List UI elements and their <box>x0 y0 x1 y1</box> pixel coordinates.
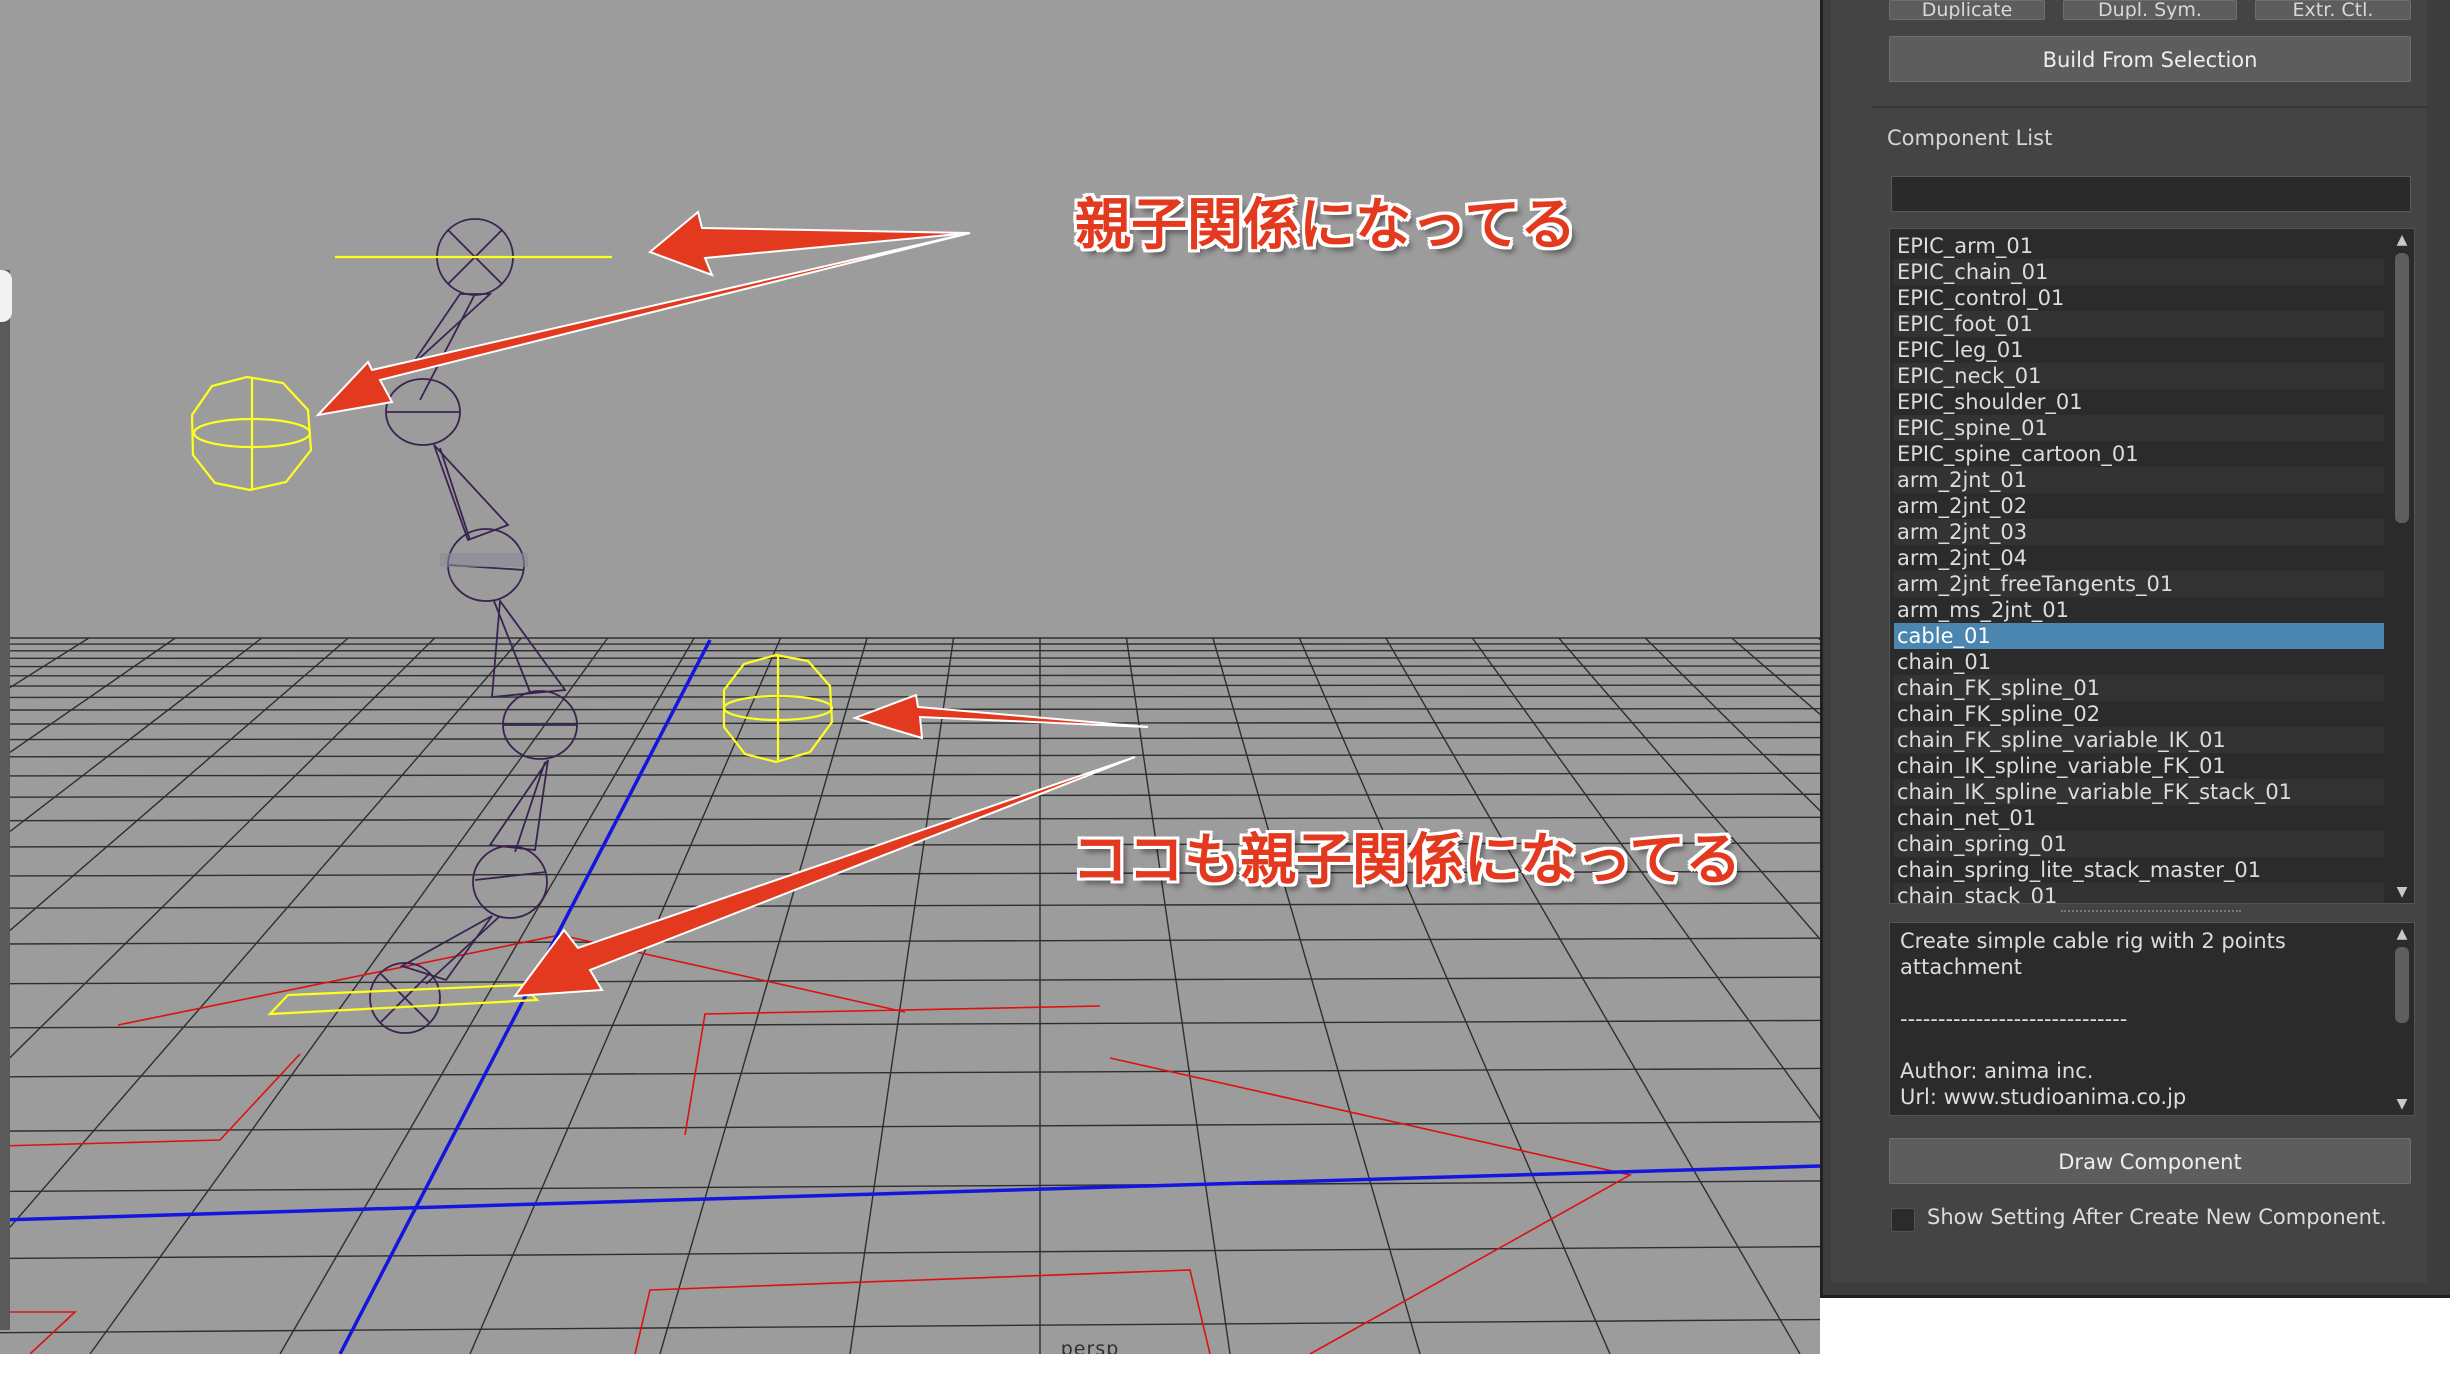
scroll-down-icon[interactable]: ▼ <box>2394 1097 2410 1111</box>
component-list-scroll-thumb[interactable] <box>2395 253 2409 523</box>
annotation-arrows <box>315 210 1149 998</box>
show-setting-checkbox[interactable] <box>1891 1208 1915 1232</box>
section-divider <box>1871 106 2427 108</box>
description-scroll-thumb[interactable] <box>2395 947 2409 1023</box>
component-list-item[interactable]: EPIC_foot_01 <box>1894 311 2384 337</box>
world-axis <box>0 639 1820 1354</box>
scroll-up-icon[interactable]: ▲ <box>2394 233 2410 247</box>
component-list-item[interactable]: chain_FK_spline_variable_IK_01 <box>1894 727 2384 753</box>
description-line: Create simple cable rig with 2 points <box>1900 929 2286 953</box>
show-setting-label: Show Setting After Create New Component. <box>1927 1205 2387 1229</box>
component-list-item[interactable]: cable_01 <box>1894 623 2384 649</box>
component-list-item[interactable]: EPIC_neck_01 <box>1894 363 2384 389</box>
component-list-item[interactable]: chain_net_01 <box>1894 805 2384 831</box>
duplicate-symmetry-button[interactable]: Dupl. Sym. <box>2063 0 2237 20</box>
component-list-item[interactable]: chain_IK_spline_variable_FK_stack_01 <box>1894 779 2384 805</box>
component-list-item[interactable]: chain_01 <box>1894 649 2384 675</box>
viewport-camera-label: persp <box>1060 1338 1120 1354</box>
component-list-item[interactable]: EPIC_control_01 <box>1894 285 2384 311</box>
panel-splitter-handle[interactable] <box>2061 910 2241 916</box>
description-scrollbar[interactable]: ▲ ▼ <box>2392 925 2412 1113</box>
component-list-item[interactable]: EPIC_arm_01 <box>1894 233 2384 259</box>
component-list-item[interactable]: chain_spring_01 <box>1894 831 2384 857</box>
component-list-item[interactable]: chain_FK_spline_02 <box>1894 701 2384 727</box>
blurred-label <box>440 553 528 567</box>
description-line: Url: www.studioanima.co.jp <box>1900 1085 2187 1109</box>
component-list-label: Component List <box>1887 126 2053 150</box>
component-list-item[interactable]: arm_2jnt_freeTangents_01 <box>1894 571 2384 597</box>
component-list-item[interactable]: arm_2jnt_04 <box>1894 545 2384 571</box>
annotation-callout-top: 親子関係になってる <box>1075 193 1577 258</box>
build-from-selection-button[interactable]: Build From Selection <box>1889 36 2411 82</box>
component-filter-input[interactable] <box>1891 176 2411 212</box>
extract-controls-button[interactable]: Extr. Ctl. <box>2255 0 2411 20</box>
component-list-item[interactable]: chain_stack_01 <box>1894 883 2384 903</box>
component-list-item[interactable]: chain_IK_spline_variable_FK_01 <box>1894 753 2384 779</box>
component-list-item[interactable]: arm_ms_2jnt_01 <box>1894 597 2384 623</box>
scroll-up-icon[interactable]: ▲ <box>2394 927 2410 941</box>
draw-component-button[interactable]: Draw Component <box>1889 1138 2411 1184</box>
component-list-item[interactable]: chain_FK_spline_01 <box>1894 675 2384 701</box>
duplicate-button[interactable]: Duplicate <box>1889 0 2045 20</box>
component-list-item[interactable]: EPIC_shoulder_01 <box>1894 389 2384 415</box>
description-line: Author: anima inc. <box>1900 1059 2094 1083</box>
component-list[interactable]: EPIC_arm_01 EPIC_chain_01 EPIC_control_01 E… <box>1889 228 2415 904</box>
left-edge-bar <box>0 270 10 1330</box>
component-list-item[interactable]: arm_2jnt_03 <box>1894 519 2384 545</box>
component-panel: Duplicate Dupl. Sym. Extr. Ctl. Build Fr… <box>1820 0 2450 1298</box>
description-line: ------------------------------ <box>1900 1007 2128 1031</box>
ground-grid <box>0 637 1820 1354</box>
component-list-item[interactable]: arm_2jnt_01 <box>1894 467 2384 493</box>
component-list-item[interactable]: EPIC_leg_01 <box>1894 337 2384 363</box>
viewport-persp[interactable]: persp 親子関係になってる ココも親子関係になってる <box>0 0 1820 1354</box>
component-list-item[interactable]: arm_2jnt_02 <box>1894 493 2384 519</box>
skeleton-joint-chain <box>369 218 578 1034</box>
component-list-item[interactable]: chain_spring_lite_stack_master_01 <box>1894 857 2384 883</box>
left-edge-tab[interactable] <box>0 270 12 322</box>
panel-body: Duplicate Dupl. Sym. Extr. Ctl. Build Fr… <box>1831 0 2427 1282</box>
component-list-item[interactable]: EPIC_spine_cartoon_01 <box>1894 441 2384 467</box>
component-list-item[interactable]: EPIC_chain_01 <box>1894 259 2384 285</box>
component-list-scrollbar[interactable]: ▲ ▼ <box>2392 231 2412 901</box>
scroll-down-icon[interactable]: ▼ <box>2394 885 2410 899</box>
guide-curves <box>0 934 1633 1354</box>
description-line: attachment <box>1900 955 2022 979</box>
component-list-item[interactable]: EPIC_spine_01 <box>1894 415 2384 441</box>
component-description: Create simple cable rig with 2 points att… <box>1889 922 2415 1116</box>
annotation-callout-bottom: ココも親子関係になってる <box>1072 828 1742 893</box>
